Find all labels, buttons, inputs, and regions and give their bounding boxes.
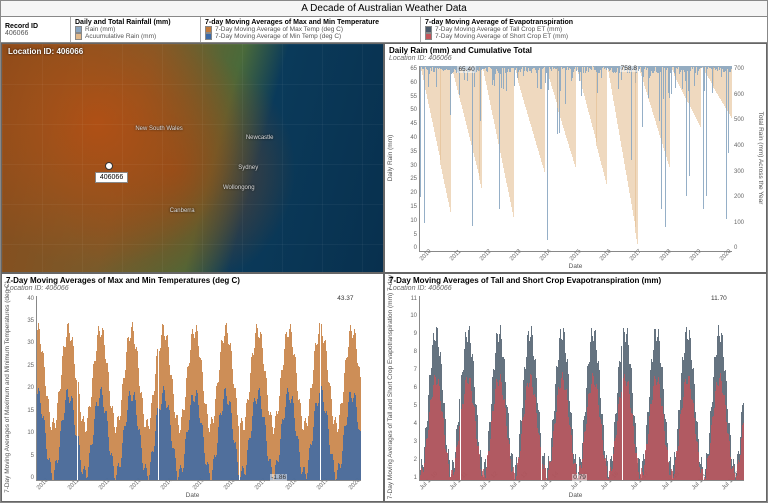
rain-plot[interactable]: 65.40 758.8 [419,66,732,252]
dashboard: A Decade of Australian Weather Data Reco… [0,0,768,503]
rain-yticks-right: 0100200300400500600700 [734,66,762,252]
legend-et-title: 7-day Moving Average of Evapotranspirati… [425,19,763,26]
map-label-canberra: Canberra [170,208,195,214]
rain-annot-max-cum: 758.8 [620,65,638,72]
swatch-icon [425,26,432,33]
map-grid-overlay [2,44,383,272]
temp-yticks: 0510152025303540 [6,296,34,482]
legend-rain-item-1: Acuumulative Rain (mm) [75,33,196,40]
legend-rain-title: Daily and Total Rainfall (mm) [75,19,196,26]
legend-rain: Daily and Total Rainfall (mm) Rain (mm) … [71,17,201,42]
legend-et: 7-day Moving Average of Evapotranspirati… [421,17,767,42]
rain-xlabel: Date [569,263,583,270]
temp-plot[interactable]: 43.37 -1.86 [36,296,361,482]
panel-et-sub: Location ID: 406066 [385,285,766,294]
legend-temp-item-0: 7-Day Moving Average of Max Temp (deg C) [205,26,416,33]
dashboard-title: A Decade of Australian Weather Data [1,1,767,17]
rain-xticks: 2010201120122013201420152016201720182019… [419,258,732,264]
pin-icon [105,162,113,170]
swatch-icon [205,33,212,40]
panel-map[interactable]: Location ID: 406066 New South Wales Sydn… [1,43,384,273]
swatch-icon [75,33,82,40]
legend-et-item-0: 7-Day Moving Average of Tall Crop ET (mm… [425,26,763,33]
et-series [420,296,744,481]
map-title: Location ID: 406066 [8,47,83,56]
map-label-nsw: New South Wales [135,126,182,132]
et-xlabel: Date [569,492,583,499]
legend-temp-title: 7-day Moving Averages of Max and Min Tem… [205,19,416,26]
map-label-sydney: Sydney [238,165,258,171]
panel-temp[interactable]: 7-Day Moving Averages of Max and Min Tem… [1,273,384,503]
temp-annot-min: -1.86 [270,474,287,481]
legend-temp-item-1: 7-Day Moving Average of Min Temp (deg C) [205,33,416,40]
map-label-newcastle: Newcastle [246,135,274,141]
et-annot-min: 0.79 [572,474,587,481]
swatch-icon [75,26,82,33]
legend-row: Record ID 406066 Daily and Total Rainfal… [1,17,767,43]
panel-rain[interactable]: Daily Rain (mm) and Cumulative Total Loc… [384,43,767,273]
legend-record-title: Record ID [5,23,66,30]
map-label-wollongong: Wollongong [223,185,255,191]
rain-annot-max-daily: 65.40 [457,66,475,73]
rain-series [420,66,732,251]
temp-annot-max: 43.37 [336,295,354,302]
swatch-icon [425,33,432,40]
legend-temp: 7-day Moving Averages of Max and Min Tem… [201,17,421,42]
panel-temp-sub: Location ID: 406066 [2,285,383,294]
et-xticks: Jul 1, 10Jul 1, 11Jul 1, 12Jul 1, 13Jul … [419,487,744,493]
panel-et[interactable]: 7-Day Moving Averages of Tall and Short … [384,273,767,503]
content-grid: Location ID: 406066 New South Wales Sydn… [1,43,767,502]
legend-record-value: 406066 [5,30,66,37]
legend-record: Record ID 406066 [1,17,71,42]
map-canvas[interactable]: Location ID: 406066 New South Wales Sydn… [2,44,383,272]
swatch-icon [205,26,212,33]
et-annot-max: 11.70 [710,295,728,302]
temp-series [37,296,361,481]
panel-et-title: 7-Day Moving Averages of Tall and Short … [385,274,766,285]
map-marker[interactable]: 406066 [105,162,113,170]
temp-xlabel: Date [186,492,200,499]
legend-et-item-1: 7-Day Moving Average of Short Crop ET (m… [425,33,763,40]
legend-rain-item-0: Rain (mm) [75,26,196,33]
map-marker-label: 406066 [95,172,128,183]
et-plot[interactable]: 11.70 0.79 [419,296,744,482]
panel-rain-sub: Location ID: 406066 [385,55,766,64]
temp-xticks: 2010201120122013201420152016201720182019… [36,487,361,493]
panel-temp-title: 7-Day Moving Averages of Max and Min Tem… [2,274,383,285]
rain-yticks-left: 05101520253035404550556065 [389,66,417,252]
et-yticks: 1234567891011 [389,296,417,482]
panel-rain-title: Daily Rain (mm) and Cumulative Total [385,44,766,55]
